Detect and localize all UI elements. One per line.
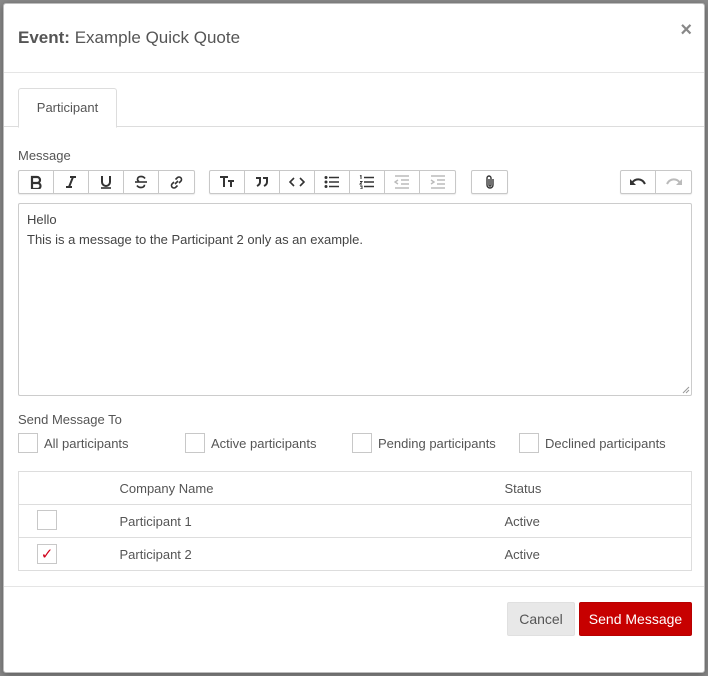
italic-icon[interactable] — [54, 171, 89, 193]
code-icon[interactable] — [280, 171, 315, 193]
message-label: Message — [18, 148, 71, 163]
row-select-cell — [18, 504, 120, 538]
row-checkbox[interactable] — [37, 509, 57, 530]
checkbox[interactable] — [352, 433, 372, 453]
attach-button-group — [471, 170, 508, 194]
company-name-cell: Participant 1 — [119, 504, 505, 538]
modal-title-name: Example Quick Quote — [74, 28, 241, 47]
send-to-options: All participants Active participants Pen… — [18, 433, 698, 455]
checkbox[interactable] — [519, 433, 539, 453]
table-row: Participant 1 Active — [18, 504, 692, 538]
close-icon[interactable]: × — [680, 20, 692, 40]
underline-icon[interactable] — [89, 171, 124, 193]
strikethrough-icon[interactable] — [124, 171, 159, 193]
block-button-group — [209, 170, 456, 194]
send-to-label: Send Message To — [18, 412, 122, 427]
font-size-icon[interactable] — [210, 171, 245, 193]
option-label: Active participants — [211, 435, 317, 451]
bold-icon[interactable] — [19, 171, 54, 193]
participants-table: Company Name Status Participant 1 Active… — [18, 471, 692, 571]
outdent-icon[interactable] — [385, 171, 420, 193]
option-pending-participants[interactable]: Pending participants — [352, 433, 496, 453]
message-line-2: This is a message to the Participant 2 o… — [27, 232, 364, 247]
cancel-button[interactable]: Cancel — [507, 602, 575, 636]
tab-participant[interactable]: Participant — [18, 88, 117, 128]
option-label: Declined participants — [545, 435, 666, 451]
message-editor[interactable]: Hello This is a message to the Participa… — [18, 203, 692, 396]
option-active-participants[interactable]: Active participants — [185, 433, 317, 453]
check-icon: ✓ — [40, 545, 54, 563]
history-button-group — [620, 170, 692, 194]
modal-footer: Cancel Send Message — [4, 586, 704, 672]
redo-icon[interactable] — [656, 171, 691, 193]
table-header-row: Company Name Status — [18, 471, 692, 505]
undo-icon[interactable] — [621, 171, 656, 193]
format-button-group — [18, 170, 195, 194]
header-select — [18, 471, 120, 505]
attachment-icon[interactable] — [472, 171, 507, 193]
status-cell: Active — [504, 537, 692, 571]
header-company-name: Company Name — [119, 471, 505, 505]
tab-bar: Participant — [4, 88, 704, 128]
status-cell: Active — [504, 504, 692, 538]
checkbox[interactable] — [18, 433, 38, 453]
send-message-modal: Event: Example Quick Quote × Participant… — [3, 3, 705, 673]
send-message-button[interactable]: Send Message — [579, 602, 692, 636]
quote-icon[interactable] — [245, 171, 280, 193]
resize-handle-icon[interactable] — [682, 386, 690, 394]
option-declined-participants[interactable]: Declined participants — [519, 433, 666, 453]
link-icon[interactable] — [159, 171, 194, 193]
indent-icon[interactable] — [420, 171, 455, 193]
modal-header: Event: Example Quick Quote × — [4, 4, 704, 73]
modal-title-prefix: Event: — [18, 28, 70, 47]
modal-title: Event: Example Quick Quote — [18, 28, 240, 48]
option-label: All participants — [44, 435, 129, 451]
table-row: ✓ Participant 2 Active — [18, 537, 692, 571]
row-select-cell: ✓ — [18, 537, 120, 571]
numbered-list-icon[interactable] — [350, 171, 385, 193]
option-label: Pending participants — [378, 435, 496, 451]
header-status: Status — [504, 471, 692, 505]
row-checkbox[interactable]: ✓ — [37, 544, 57, 564]
editor-toolbar — [18, 170, 692, 194]
checkbox[interactable] — [185, 433, 205, 453]
message-line-1: Hello — [27, 212, 57, 227]
option-all-participants[interactable]: All participants — [18, 433, 129, 453]
company-name-cell: Participant 2 — [119, 537, 505, 571]
bullet-list-icon[interactable] — [315, 171, 350, 193]
